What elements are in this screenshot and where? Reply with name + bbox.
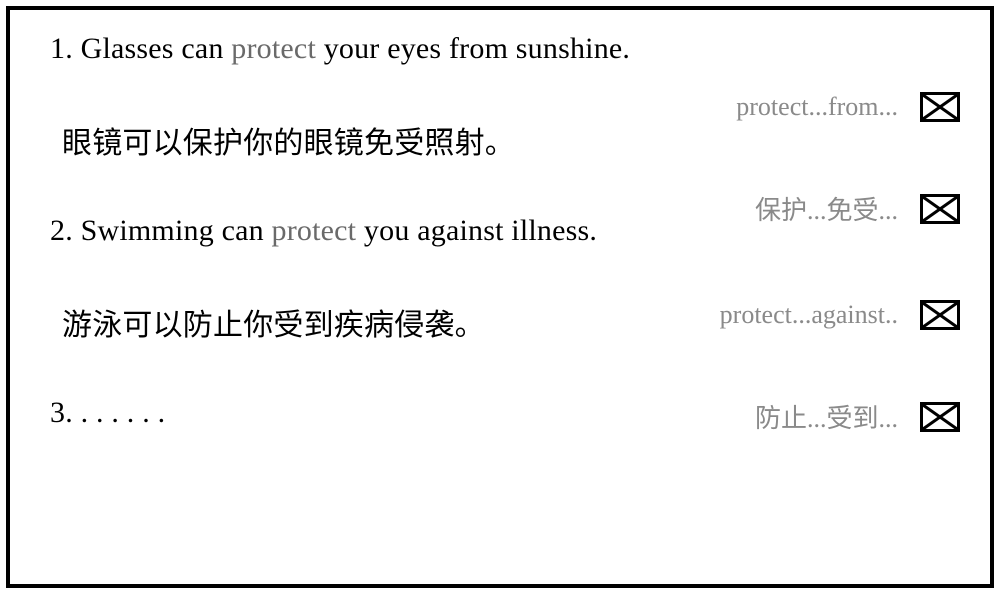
content-area: 1. Glasses can protect your eyes from su… xyxy=(50,32,960,562)
delete-icon[interactable] xyxy=(920,402,960,432)
document-frame: 1. Glasses can protect your eyes from su… xyxy=(6,6,994,588)
example-sentence-en: 1. Glasses can protect your eyes from su… xyxy=(50,32,960,66)
item-number: 2. xyxy=(50,214,73,247)
sentence-body: 眼镜可以保护你的眼镜免受照射。 xyxy=(62,127,515,160)
annotation-row: protect...against.. xyxy=(720,300,960,330)
delete-icon[interactable] xyxy=(920,194,960,224)
annotation-row: protect...from... xyxy=(736,92,960,122)
annotation-row: 防止...受到... xyxy=(755,398,960,435)
highlight-word: protect xyxy=(272,214,357,247)
highlight-word: protect xyxy=(231,32,316,65)
example-sentence-cn: 眼镜可以保护你的眼镜免受照射。 xyxy=(50,118,960,162)
sentence-body: Glasses can protect your eyes from sunsh… xyxy=(73,32,630,65)
delete-icon[interactable] xyxy=(920,300,960,330)
annotation-row: 保护...免受... xyxy=(755,190,960,227)
delete-icon[interactable] xyxy=(920,92,960,122)
annotation-label: 保护...免受... xyxy=(755,190,898,227)
annotation-label: 防止...受到... xyxy=(755,398,898,435)
sentence-body: 游泳可以防止你受到疾病侵袭。 xyxy=(62,309,485,342)
annotation-label: protect...against.. xyxy=(720,300,898,330)
item-number: 3. xyxy=(50,396,73,429)
item-number: 1. xyxy=(50,32,73,65)
sentence-body: Swimming can protect you against illness… xyxy=(73,214,597,247)
sentence-body: . . . . . . xyxy=(73,396,165,429)
annotation-label: protect...from... xyxy=(736,92,898,122)
